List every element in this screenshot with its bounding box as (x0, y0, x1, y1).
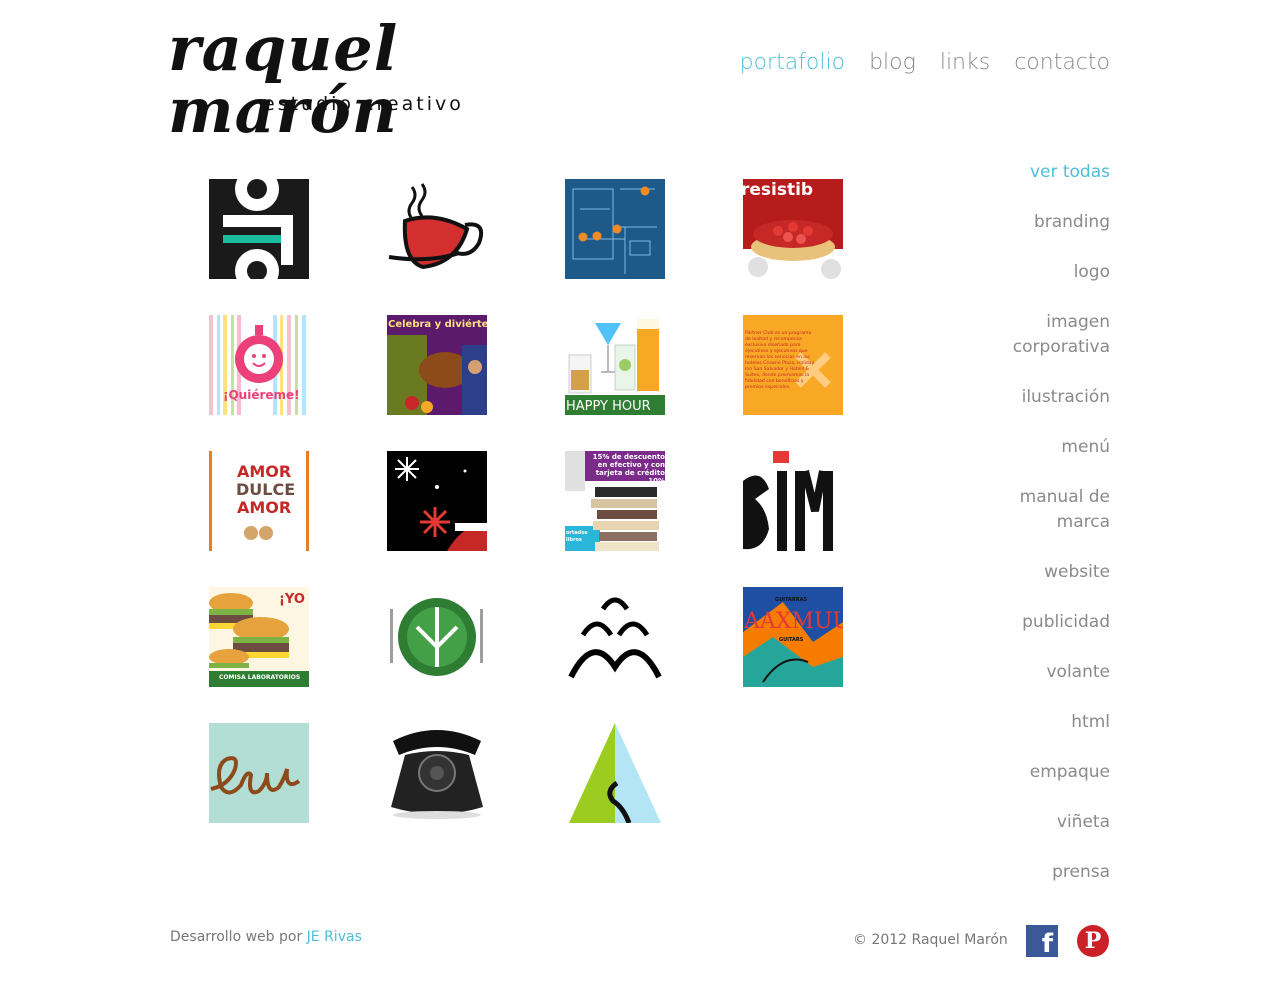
portfolio-thumb-telephone[interactable] (387, 723, 487, 823)
quiereme-label: ¡Quiéreme! (223, 388, 300, 402)
site-logo[interactable]: raquel marón estudio creativo (168, 18, 578, 142)
portfolio-thumb-happy-hour[interactable]: HAPPY HOUR (565, 315, 665, 415)
nav-contacto[interactable]: contacto (1014, 50, 1110, 75)
irresistible-label: resistib (743, 180, 814, 200)
footer-copyright: © 2012 Raquel Marón (853, 932, 1008, 948)
libros-side-text: ortados libros (566, 530, 588, 543)
portfolio-thumb-eu-script[interactable] (209, 723, 309, 823)
category-publicidad[interactable]: publicidad (930, 610, 1110, 635)
amor-line-3: AMOR (237, 498, 292, 517)
category-empaque[interactable]: empaque (930, 760, 1110, 785)
nav-links[interactable]: links (940, 50, 990, 75)
category-imagen-corporativa[interactable]: imagen corporativa (930, 310, 1110, 360)
portfolio-thumb-triangle[interactable] (565, 723, 665, 823)
nav-blog[interactable]: blog (869, 50, 916, 75)
category-branding[interactable]: branding (930, 210, 1110, 235)
category-menu[interactable]: menú (930, 435, 1110, 460)
portfolio-thumb-libros-descuento[interactable]: 15% de descuento en efectivo y con tarje… (565, 451, 665, 551)
portfolio-thumb-green-plate[interactable] (387, 587, 487, 687)
aaxmuu-label: AAXMUU (744, 609, 843, 634)
portfolio-thumb-aaxmuu[interactable]: GUITARRAS AAXMUU GUITARS (743, 587, 843, 687)
category-volante[interactable]: volante (930, 660, 1110, 685)
portfolio-thumb-irresistible[interactable]: resistib (743, 179, 843, 279)
amor-line-1: AMOR (237, 462, 292, 481)
aaxmuu-top-label: GUITARRAS (775, 597, 808, 603)
main-nav: portafolio blog links contacto (740, 50, 1110, 75)
category-website[interactable]: website (930, 560, 1110, 585)
yos-label: ¡YO S (279, 592, 309, 607)
comisa-label: COMISA LABORATORIOS (219, 674, 301, 681)
nav-portafolio[interactable]: portafolio (740, 50, 845, 75)
facebook-icon[interactable]: f (1026, 925, 1058, 957)
footer-credit-prefix: Desarrollo web por (170, 929, 307, 945)
portfolio-thumb-partner-club[interactable]: Partner Club es un programa de lealtad y… (743, 315, 843, 415)
footer-credit-link[interactable]: JE Rivas (307, 929, 362, 945)
pinterest-icon[interactable]: P (1077, 925, 1109, 957)
category-ver-todas[interactable]: ver todas (930, 160, 1110, 185)
portfolio-thumb-arches[interactable] (565, 587, 665, 687)
portfolio-thumb-celebra[interactable]: Celebra y diviértete (387, 315, 487, 415)
partner-club-text: Partner Club es un programa de lealtad y… (745, 331, 815, 390)
portfolio-thumb-el-logo[interactable] (209, 179, 309, 279)
portfolio-thumb-amor-dulce-amor[interactable]: AMOR DULCE AMOR (209, 451, 309, 551)
celebra-label: Celebra y diviértete (388, 319, 487, 330)
category-vineta[interactable]: viñeta (930, 810, 1110, 835)
portfolio-thumb-coffee[interactable] (387, 179, 487, 279)
logo-name: raquel marón (168, 12, 399, 147)
happy-hour-label: HAPPY HOUR (566, 399, 651, 414)
portfolio-thumb-ergonomics[interactable] (565, 179, 665, 279)
logo-tagline: estudio creativo (263, 93, 464, 115)
category-html[interactable]: html (930, 710, 1110, 735)
portfolio-thumb-burgers[interactable]: ¡YO S COMISA LABORATORIOS (209, 587, 309, 687)
category-menu: ver todas branding logo imagen corporati… (930, 160, 1110, 910)
descuento-text: 15% de descuento en efectivo y con tarje… (592, 453, 665, 485)
amor-line-2: DULCE (236, 480, 296, 499)
portfolio-thumb-quiereme[interactable]: ¡Quiéreme! (209, 315, 309, 415)
aaxmuu-sub-label: GUITARS (779, 637, 804, 643)
portfolio-thumb-snowflakes[interactable] (387, 451, 487, 551)
category-ilustracion[interactable]: ilustración (930, 385, 1110, 410)
footer-credit: Desarrollo web por JE Rivas (170, 929, 362, 945)
category-prensa[interactable]: prensa (930, 860, 1110, 885)
portfolio-thumb-sim[interactable] (743, 451, 843, 551)
category-logo[interactable]: logo (930, 260, 1110, 285)
category-manual-de-marca[interactable]: manual de marca (930, 485, 1110, 535)
